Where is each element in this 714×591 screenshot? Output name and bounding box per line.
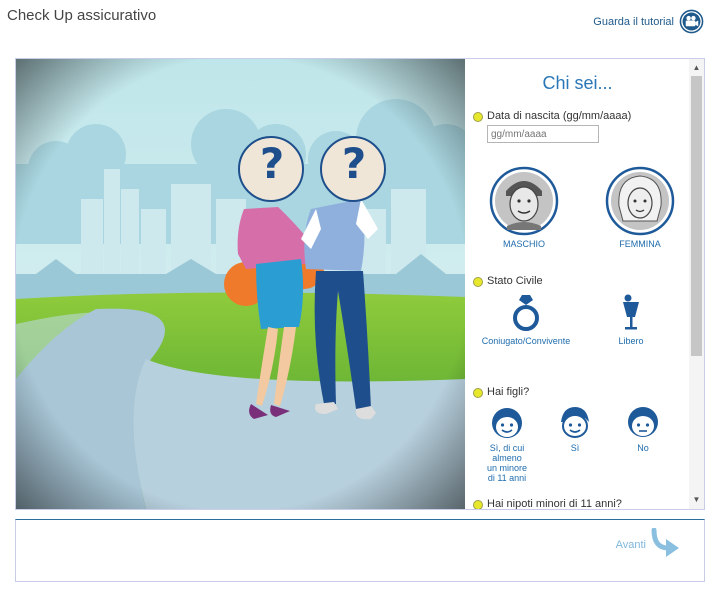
children-label-yes: Sì (570, 443, 580, 453)
civil-status-option-married[interactable]: Coniugato/Convivente (476, 293, 576, 346)
panel-scrollbar[interactable]: ▲ ▼ (689, 59, 704, 509)
scroll-down-icon[interactable]: ▼ (689, 493, 704, 507)
cocktail-icon (623, 294, 639, 330)
children-label-no: No (637, 443, 649, 453)
birth-date-label: Data di nascita (gg/mm/aaaa) (487, 110, 632, 122)
app-title: Check Up assicurativo (7, 7, 157, 24)
bullet-icon (473, 388, 483, 398)
civil-status-label: Stato Civile (487, 275, 543, 287)
child-face-icon (492, 408, 522, 438)
bullet-icon (473, 500, 483, 509)
footer-bar: Avanti (15, 519, 705, 582)
gender-label-female: FEMMINA (619, 239, 661, 249)
video-camera-icon (679, 9, 704, 34)
gender-option-female[interactable]: FEMMINA (604, 166, 676, 249)
next-button[interactable]: Avanti (616, 528, 682, 562)
scroll-up-icon[interactable]: ▲ (689, 61, 704, 75)
profile-panel: Chi sei... Data di nascita (gg/mm/aaaa) … (466, 59, 689, 509)
panel-title: Chi sei... (542, 73, 613, 93)
children-option-yes-minor[interactable]: Sì, di cui almeno un minore di 11 anni (486, 404, 528, 483)
gender-label-male: MASCHIO (502, 239, 545, 249)
gender-option-male[interactable]: MASCHIO (488, 166, 560, 249)
next-label: Avanti (615, 539, 646, 551)
bullet-icon (473, 277, 483, 287)
woman-question-mark: ? (259, 139, 285, 188)
civil-status-option-single[interactable]: Libero (591, 293, 671, 346)
bullet-icon (473, 112, 483, 122)
illustration-scene: ? ? (16, 59, 465, 509)
ring-icon (513, 295, 539, 331)
grandchildren-label: Hai nipoti minori di 11 anni? (487, 498, 622, 509)
curved-arrow-icon (651, 528, 679, 557)
children-option-yes[interactable]: Sì (554, 404, 596, 453)
male-avatar-icon (489, 166, 559, 236)
children-label-yes-minor: Sì, di cui almeno un minore di 11 anni (486, 443, 528, 483)
child-face-icon (628, 407, 658, 437)
tutorial-label: Guarda il tutorial (593, 15, 674, 28)
man-question-mark: ? (341, 139, 367, 188)
scroll-thumb[interactable] (691, 76, 702, 356)
civil-status-label-married: Coniugato/Convivente (481, 336, 571, 346)
tutorial-link[interactable]: Guarda il tutorial (593, 9, 704, 34)
children-option-no[interactable]: No (622, 404, 664, 453)
birth-date-input[interactable] (487, 125, 599, 143)
civil-status-label-single: Libero (618, 336, 644, 346)
children-label: Hai figli? (487, 386, 530, 398)
child-face-icon (561, 407, 589, 438)
female-avatar-icon (605, 166, 675, 236)
